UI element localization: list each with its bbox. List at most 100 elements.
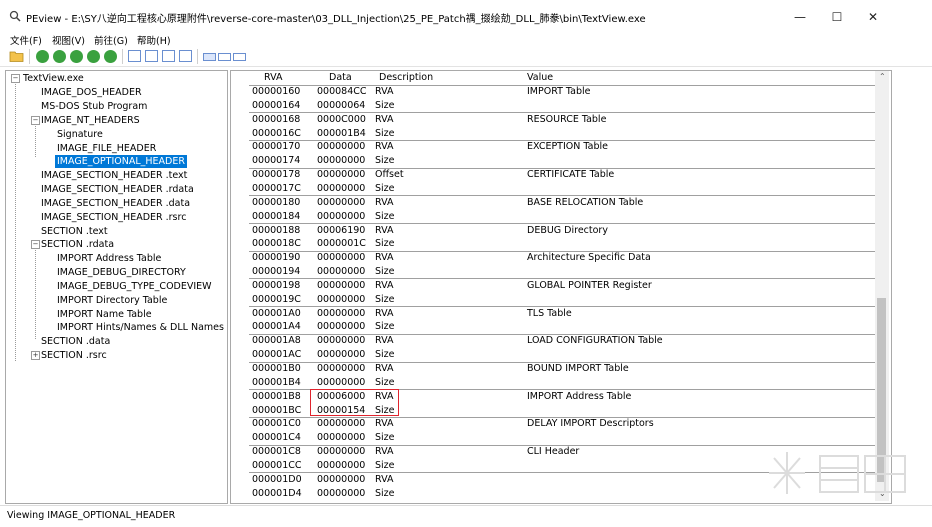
table-row[interactable]: 000001A8 00000000 RVA LOAD CONFIGURATION Ta… — [249, 334, 875, 348]
column-header-data[interactable]: Data — [329, 72, 352, 83]
table-row[interactable]: 000001C4 00000000 Size — [249, 431, 875, 445]
cell-value: DEBUG Directory — [527, 224, 608, 236]
tree-item-section-header-rdata[interactable]: IMAGE_SECTION_HEADER .rdata — [39, 183, 196, 196]
tree-item-section-rsrc[interactable]: SECTION .rsrc — [39, 349, 109, 362]
tree-item-textview-exe[interactable]: TextView.exe — [21, 72, 86, 85]
tree-item-section-header-text[interactable]: IMAGE_SECTION_HEADER .text — [39, 169, 189, 182]
cell-data: 00000000 — [317, 293, 366, 305]
table-row[interactable]: 00000194 00000000 Size — [249, 265, 875, 279]
view-mode-one-icon[interactable] — [203, 53, 216, 61]
column-header-description[interactable]: Description — [379, 72, 433, 83]
column-header-rva[interactable]: RVA — [264, 72, 282, 83]
table-row[interactable]: 00000184 00000000 Size — [249, 210, 875, 224]
view-dword-icon[interactable] — [162, 50, 175, 62]
table-row[interactable]: 00000164 00000064 Size — [249, 99, 875, 113]
tree-item-import-directory-table[interactable]: IMPORT Directory Table — [55, 294, 169, 307]
table-row[interactable]: 000001A0 00000000 RVA TLS Table — [249, 307, 875, 321]
table-row[interactable]: 00000160 000084CC RVA IMPORT Table — [249, 85, 875, 99]
table-row[interactable]: 00000168 0000C000 RVA RESOURCE Table — [249, 113, 875, 127]
cell-data: 00000000 — [317, 266, 366, 278]
tree-item-signature[interactable]: Signature — [55, 128, 105, 141]
toolbar-separator — [122, 49, 123, 64]
scroll-up-icon[interactable]: ⌃ — [879, 72, 886, 81]
table-row[interactable]: 0000018C 0000001C Size — [249, 237, 875, 251]
cell-value: EXCEPTION Table — [527, 141, 608, 153]
tree-item-debug-codeview[interactable]: IMAGE_DEBUG_TYPE_CODEVIEW — [55, 280, 214, 293]
cell-data: 00000000 — [317, 349, 366, 361]
kanxue-watermark-logo — [769, 452, 906, 494]
cell-value: LOAD CONFIGURATION Table — [527, 335, 663, 347]
table-row[interactable]: 00000188 00006190 RVA DEBUG Directory — [249, 224, 875, 238]
table-row[interactable]: 00000174 00000000 Size — [249, 154, 875, 168]
cell-description: RVA — [375, 196, 394, 208]
table-row[interactable]: 00000190 00000000 RVA Architecture Specific… — [249, 251, 875, 265]
table-row[interactable]: 00000178 00000000 Offset CERTIFICATE Table — [249, 168, 875, 182]
tree-item-section-data[interactable]: SECTION .data — [39, 335, 112, 348]
menu-view[interactable]: 视图(V) — [52, 33, 85, 47]
table-row[interactable]: 0000019C 00000000 Size — [249, 293, 875, 307]
view-mode-three-icon[interactable] — [233, 53, 246, 61]
cell-rva: 000001B8 — [252, 390, 301, 402]
cell-description: Size — [375, 210, 395, 222]
table-row[interactable]: 0000016C 000001B4 Size — [249, 127, 875, 141]
go-previous-icon[interactable] — [53, 50, 66, 63]
table-row[interactable]: 000001AC 00000000 Size — [249, 348, 875, 362]
cell-rva: 00000180 — [252, 196, 301, 208]
cell-data: 00000000 — [317, 252, 366, 264]
tree-item-nt-headers[interactable]: IMAGE_NT_HEADERS — [39, 114, 142, 127]
table-row[interactable]: 00000170 00000000 RVA EXCEPTION Table — [249, 140, 875, 154]
tree-item-section-header-data[interactable]: IMAGE_SECTION_HEADER .data — [39, 197, 192, 210]
open-folder-icon[interactable] — [9, 49, 24, 63]
cell-description: RVA — [375, 224, 394, 236]
go-first-icon[interactable] — [36, 50, 49, 63]
maximize-button[interactable]: ☐ — [822, 8, 852, 26]
tree-item-import-hints-names[interactable]: IMPORT Hints/Names & DLL Names — [55, 321, 226, 334]
tree-item-section-text[interactable]: SECTION .text — [39, 225, 110, 238]
table-row[interactable]: 000001C0 00000000 RVA DELAY IMPORT Descript… — [249, 417, 875, 431]
cell-data: 0000001C — [317, 238, 366, 250]
tree-item-section-rdata[interactable]: SECTION .rdata — [39, 238, 116, 251]
tree-item-import-address-table[interactable]: IMPORT Address Table — [55, 252, 163, 265]
menu-bar: 文件(F) 视图(V) 前往(G) 帮助(H) — [0, 32, 932, 47]
view-word-icon[interactable] — [145, 50, 158, 62]
view-mode-two-icon[interactable] — [218, 53, 231, 61]
table-row[interactable]: 00000180 00000000 RVA BASE RELOCATION Table — [249, 196, 875, 210]
table-row[interactable]: 000001A4 00000000 Size — [249, 320, 875, 334]
go-last-icon[interactable] — [87, 50, 100, 63]
cell-description: RVA — [375, 335, 394, 347]
table-row[interactable]: 00000198 00000000 RVA GLOBAL POINTER Regist… — [249, 279, 875, 293]
menu-file[interactable]: 文件(F) — [10, 33, 42, 47]
tree-item-dos-header[interactable]: IMAGE_DOS_HEADER — [39, 86, 144, 99]
tree-item-import-name-table[interactable]: IMPORT Name Table — [55, 308, 154, 321]
tree-connector — [15, 79, 16, 361]
minimize-button[interactable]: — — [785, 8, 815, 26]
go-next-icon[interactable] — [70, 50, 83, 63]
column-header-value[interactable]: Value — [527, 72, 553, 83]
go-up-icon[interactable] — [104, 50, 117, 63]
table-row[interactable]: 000001B0 00000000 RVA BOUND IMPORT Table — [249, 362, 875, 376]
menu-go[interactable]: 前往(G) — [94, 33, 128, 47]
tree-item-dos-stub[interactable]: MS-DOS Stub Program — [39, 100, 149, 113]
tree-item-optional-header[interactable]: IMAGE_OPTIONAL_HEADER — [55, 155, 187, 168]
tree-item-debug-directory[interactable]: IMAGE_DEBUG_DIRECTORY — [55, 266, 188, 279]
cell-value: IMPORT Table — [527, 86, 591, 97]
table-row[interactable]: 0000017C 00000000 Size — [249, 182, 875, 196]
cell-description: Size — [375, 155, 395, 167]
close-button[interactable]: ✕ — [858, 8, 888, 26]
toolbar — [0, 46, 932, 67]
tree-item-section-header-rsrc[interactable]: IMAGE_SECTION_HEADER .rsrc — [39, 211, 188, 224]
table-row[interactable]: 000001B4 00000000 Size — [249, 376, 875, 390]
tree-item-file-header[interactable]: IMAGE_FILE_HEADER — [55, 142, 158, 155]
cell-description: RVA — [375, 113, 394, 125]
view-byte-icon[interactable] — [128, 50, 141, 62]
view-qword-icon[interactable] — [179, 50, 192, 62]
tree-connector — [35, 121, 36, 157]
cell-data: 00000000 — [317, 487, 366, 499]
menu-help[interactable]: 帮助(H) — [137, 33, 171, 47]
cell-data: 00000000 — [317, 196, 366, 208]
structure-tree[interactable]: − TextView.exe IMAGE_DOS_HEADER MS-DOS S… — [5, 70, 228, 504]
collapse-toggle-root[interactable]: − — [11, 74, 20, 83]
cell-rva: 0000017C — [252, 182, 301, 194]
cell-rva: 000001A4 — [252, 321, 301, 333]
cell-value: GLOBAL POINTER Register — [527, 279, 652, 291]
